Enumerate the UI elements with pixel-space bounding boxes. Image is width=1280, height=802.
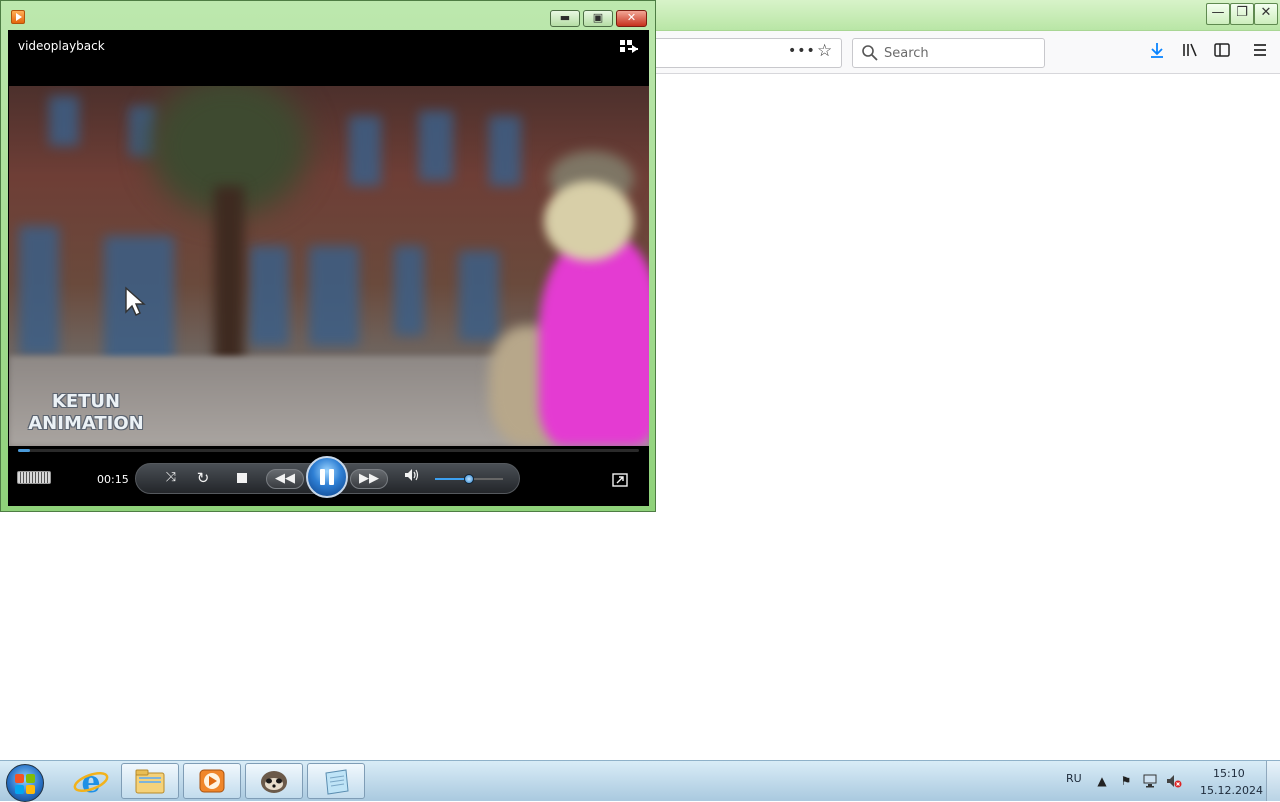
address-bar[interactable]: ••• ☆ [655,38,842,68]
video-title: videoplayback [18,39,105,53]
sidebar-icon[interactable] [1212,41,1232,61]
switch-to-library-icon[interactable] [620,40,638,54]
browser-close-button[interactable]: ✕ [1254,3,1278,25]
taskbar-internet-explorer[interactable]: e [62,763,120,800]
search-input[interactable]: Search [852,38,1045,68]
raccoon-icon [261,771,287,793]
browser-minimize-button[interactable]: — [1206,3,1230,25]
volume-knob[interactable] [464,474,474,484]
previous-button[interactable]: ◀◀ [266,469,304,489]
svg-text:e: e [81,765,100,799]
show-hidden-icons-icon[interactable]: ▲ [1094,774,1110,788]
network-icon[interactable] [1142,774,1158,788]
next-button[interactable]: ▶▶ [350,469,388,489]
stop-icon [237,473,247,483]
player-maximize-button[interactable]: ▣ [583,10,613,27]
video-frame[interactable]: KETUN ANIMATION [9,86,649,446]
mouse-cursor-icon [125,286,146,316]
clock-date[interactable]: 15.12.2024 [1200,784,1263,797]
menu-icon[interactable] [1250,41,1270,61]
taskbar-notepad-app[interactable] [307,763,365,799]
downloads-icon[interactable] [1147,41,1167,61]
now-playing-visualization [17,471,51,484]
taskbar-windows-explorer[interactable] [121,763,179,799]
search-placeholder: Search [884,46,929,61]
switch-to-full-mode-icon[interactable] [612,473,628,487]
seek-bar[interactable] [18,449,639,452]
language-indicator[interactable]: RU [1066,772,1082,785]
folder-icon [135,769,165,794]
elapsed-time: 00:15 [97,473,129,486]
media-player-app-icon [11,10,25,24]
page-actions-icon[interactable]: ••• [788,43,816,59]
shuffle-icon[interactable]: ⤨ [160,468,182,488]
media-player-icon [199,769,225,793]
volume-slider[interactable] [435,474,503,484]
repeat-icon[interactable]: ↻ [192,468,214,488]
taskbar: e RU ▲ ⚑ 15:10 15.12.2024 [0,760,1280,802]
notepad-icon [325,769,349,795]
browser-restore-button[interactable]: ❐ [1230,3,1254,25]
taskbar-windows-media-player[interactable] [183,763,241,799]
library-icon[interactable] [1180,41,1200,61]
player-close-button[interactable]: ✕ [616,10,647,27]
action-center-flag-icon[interactable]: ⚑ [1118,774,1134,788]
pause-button[interactable] [306,456,348,498]
player-minimize-button[interactable]: ▬ [550,10,580,27]
show-desktop-button[interactable] [1266,761,1280,801]
playback-controls: 00:15 ⤨ ↻ ◀◀ ▶▶ [8,456,649,506]
bookmark-star-icon[interactable]: ☆ [817,41,832,61]
internet-explorer-icon: e [73,765,109,800]
seek-progress [18,449,31,452]
clock-time[interactable]: 15:10 [1213,767,1245,780]
pause-icon [320,469,325,485]
player-content: videoplayback KETUN ANIMATION 00:15 ⤨ ↻ … [8,30,649,506]
volume-muted-icon[interactable] [1166,774,1182,788]
search-icon [862,45,878,61]
stop-button[interactable] [233,468,251,490]
volume-icon[interactable] [401,468,423,489]
media-player-window: ▬ ▣ ✕ videoplayback KETUN ANIMATION 00:1… [0,0,656,512]
taskbar-game-app[interactable] [245,763,303,799]
start-button[interactable] [6,764,44,802]
video-watermark: KETUN ANIMATION [28,391,144,434]
